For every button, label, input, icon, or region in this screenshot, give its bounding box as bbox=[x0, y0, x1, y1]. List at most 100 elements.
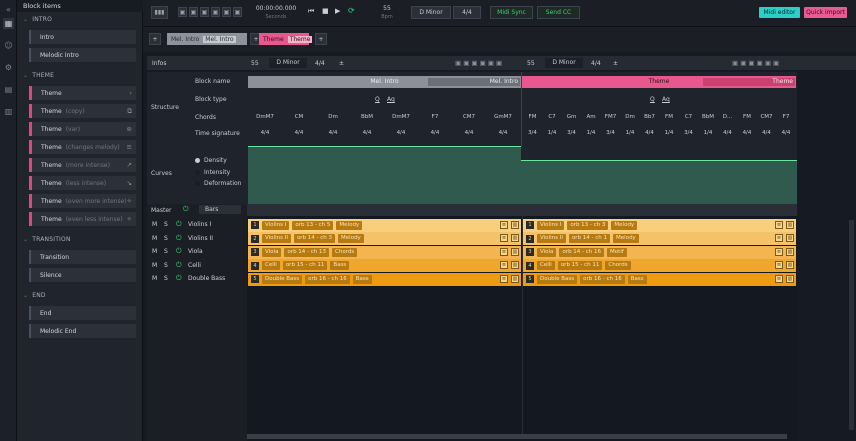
grid-icon[interactable]: ▦ bbox=[3, 18, 14, 29]
clip-piano-icon[interactable]: ▥ bbox=[511, 274, 519, 283]
tool-icon-3[interactable]: ▣ bbox=[200, 7, 209, 17]
time-sig-cell[interactable]: 4/4 bbox=[316, 130, 350, 136]
power-icon[interactable]: ⏻ bbox=[176, 247, 188, 256]
section-tools-icon[interactable]: ▣ ▣ ▣ ▣ ▣ ▣ bbox=[732, 59, 779, 67]
clip-piano-icon[interactable]: ▥ bbox=[786, 261, 794, 269]
chord-cell[interactable]: GmM7 bbox=[486, 114, 520, 120]
chord-cell[interactable]: Dm bbox=[621, 114, 640, 120]
mute-button[interactable]: M bbox=[152, 248, 164, 255]
stop-icon[interactable]: ■ bbox=[322, 7, 329, 15]
clip-menu-icon[interactable]: ≡ bbox=[500, 274, 508, 283]
block-variant-icon[interactable]: ⊜ bbox=[127, 125, 132, 133]
block-chip-theme[interactable]: Theme Theme bbox=[259, 33, 313, 45]
v-scrollbar[interactable] bbox=[849, 220, 854, 430]
block-variant-icon[interactable]: ✧ bbox=[127, 215, 132, 223]
curve-density[interactable]: Density bbox=[195, 157, 227, 164]
time-sig-cell[interactable]: 1/4 bbox=[660, 130, 679, 136]
track-clip[interactable]: 5 Double Bass orb 16 - ch 16 Bass ≡ ▥ bbox=[248, 272, 521, 286]
signature-select[interactable]: 4/4 bbox=[453, 6, 481, 19]
tool-icon-6[interactable]: ▣ bbox=[233, 7, 242, 17]
chord-cell[interactable]: CM bbox=[282, 114, 316, 120]
clip-menu-icon[interactable]: ≡ bbox=[775, 220, 783, 229]
block-item[interactable]: Theme › bbox=[29, 86, 136, 100]
mute-button[interactable]: M bbox=[152, 235, 164, 242]
chord-cell[interactable]: FM bbox=[660, 114, 679, 120]
tempo-value[interactable]: 55 bbox=[375, 5, 399, 12]
chord-cell[interactable]: Am bbox=[582, 114, 601, 120]
add-left-button[interactable]: + bbox=[149, 33, 161, 45]
quick-import-button[interactable]: Quick import bbox=[804, 7, 847, 18]
clip-piano-icon[interactable]: ▥ bbox=[511, 234, 519, 242]
block-item[interactable]: Theme (var) ⊜ bbox=[29, 122, 136, 136]
clip-menu-icon[interactable]: ≡ bbox=[775, 234, 783, 242]
density-curve[interactable] bbox=[248, 146, 521, 204]
section-tempo[interactable]: 55 bbox=[251, 60, 259, 67]
time-sig-cell[interactable]: 1/4 bbox=[621, 130, 640, 136]
power-icon[interactable]: ⏻ bbox=[176, 261, 188, 270]
track-clip[interactable]: 3 Viola orb 14 - ch 13 Chords ≡ ▥ bbox=[248, 245, 521, 259]
time-sig-cell[interactable]: 4/4 bbox=[384, 130, 418, 136]
time-sig-cell[interactable]: 1/4 bbox=[582, 130, 601, 136]
block-variant-icon[interactable]: ✧ bbox=[127, 197, 132, 205]
chord-cell[interactable]: DmM7 bbox=[384, 114, 418, 120]
time-sig-cell[interactable]: 3/4 bbox=[562, 130, 581, 136]
clip-menu-icon[interactable]: ≡ bbox=[500, 234, 508, 242]
play-icon[interactable]: ▶ bbox=[335, 7, 340, 15]
block-item[interactable]: Theme (even more intense) ✧ bbox=[29, 194, 136, 208]
user-icon[interactable]: ☺ bbox=[3, 40, 14, 51]
track-clip[interactable]: 1 Violins Iorb 13 - ch 5 Melody ≡ ▥ bbox=[248, 218, 521, 232]
tool-icon-2[interactable]: ▣ bbox=[189, 7, 198, 17]
block-item[interactable]: Transition bbox=[29, 250, 136, 264]
solo-button[interactable]: S bbox=[164, 235, 176, 242]
block-item[interactable]: Theme (changes melody) ≡ bbox=[29, 140, 136, 154]
section-tempo[interactable]: 55 bbox=[527, 60, 535, 67]
solo-button[interactable]: S bbox=[164, 275, 176, 282]
clip-menu-icon[interactable]: ≡ bbox=[775, 247, 783, 256]
block-item[interactable]: Theme (even less intense) ✧ bbox=[29, 212, 136, 226]
category-header[interactable]: ⌄ END bbox=[23, 292, 46, 299]
clip-menu-icon[interactable]: ≡ bbox=[775, 274, 783, 283]
track-clip[interactable]: 2 Violins II orb 14 - ch 3 Melody ≡ ▥ bbox=[248, 232, 521, 245]
folder-icon[interactable]: ▤ bbox=[3, 84, 14, 95]
section-sig[interactable]: 4/4 bbox=[315, 60, 325, 67]
block-type-q[interactable]: Q bbox=[650, 96, 655, 103]
h-scrollbar[interactable] bbox=[247, 434, 787, 439]
power-icon[interactable]: ⏻ bbox=[176, 234, 188, 243]
grid-select[interactable]: Bars bbox=[199, 205, 241, 214]
time-sig-cell[interactable]: 3/4 bbox=[601, 130, 620, 136]
time-sig-cell[interactable]: 4/4 bbox=[350, 130, 384, 136]
time-sig-cell[interactable]: 4/4 bbox=[248, 130, 282, 136]
chord-cell[interactable]: Dm bbox=[316, 114, 350, 120]
density-curve[interactable] bbox=[521, 160, 797, 204]
chord-cell[interactable]: DmM7 bbox=[248, 114, 282, 120]
clip-piano-icon[interactable]: ▥ bbox=[511, 220, 519, 229]
track-clip[interactable]: 3 Viola orb 14 - ch 16 Motif ≡ ▥ bbox=[523, 245, 796, 259]
section-key[interactable]: D Minor bbox=[545, 58, 583, 68]
track-clip[interactable]: 4 Celli orb 15 - ch 11 Bass ≡ ▥ bbox=[248, 259, 521, 272]
add-right-button[interactable]: + bbox=[315, 33, 327, 45]
block-item[interactable]: Melodic End bbox=[29, 324, 136, 338]
block-type-aq[interactable]: Aq bbox=[387, 96, 395, 103]
section-key[interactable]: D Minor bbox=[269, 58, 307, 68]
collapse-icon[interactable]: « bbox=[3, 4, 14, 15]
block-type-aq[interactable]: Aq bbox=[662, 96, 670, 103]
time-sig-cell[interactable]: 4/4 bbox=[757, 130, 776, 136]
track-clip[interactable]: 1 Violins Iorb 13 - ch 3 Melody ≡ ▥ bbox=[523, 218, 796, 232]
loop-icon[interactable]: ⟳ bbox=[348, 6, 355, 15]
solo-button[interactable]: S bbox=[164, 221, 176, 228]
chord-cell[interactable]: FM bbox=[738, 114, 757, 120]
clip-menu-icon[interactable]: ≡ bbox=[500, 261, 508, 269]
track-clip[interactable]: 5 Double Bass orb 16 - ch 16 Bass ≡ ▥ bbox=[523, 272, 796, 286]
bars-icon[interactable]: ▮▮▮ bbox=[151, 6, 168, 19]
time-sig-cell[interactable]: 4/4 bbox=[738, 130, 757, 136]
chord-cell[interactable]: Bb7 bbox=[640, 114, 659, 120]
clip-piano-icon[interactable]: ▥ bbox=[786, 234, 794, 242]
block-variant-icon[interactable]: ↗ bbox=[127, 161, 132, 169]
clip-menu-icon[interactable]: ≡ bbox=[500, 220, 508, 229]
block-variant-icon[interactable]: ↘ bbox=[127, 179, 132, 187]
chord-cell[interactable]: CM7 bbox=[452, 114, 486, 120]
skip-back-icon[interactable]: ⏮ bbox=[308, 7, 314, 16]
midi-editor-button[interactable]: Midi editor bbox=[759, 7, 800, 18]
solo-button[interactable]: S bbox=[164, 262, 176, 269]
block-item[interactable]: Theme (less intense) ↘ bbox=[29, 176, 136, 190]
